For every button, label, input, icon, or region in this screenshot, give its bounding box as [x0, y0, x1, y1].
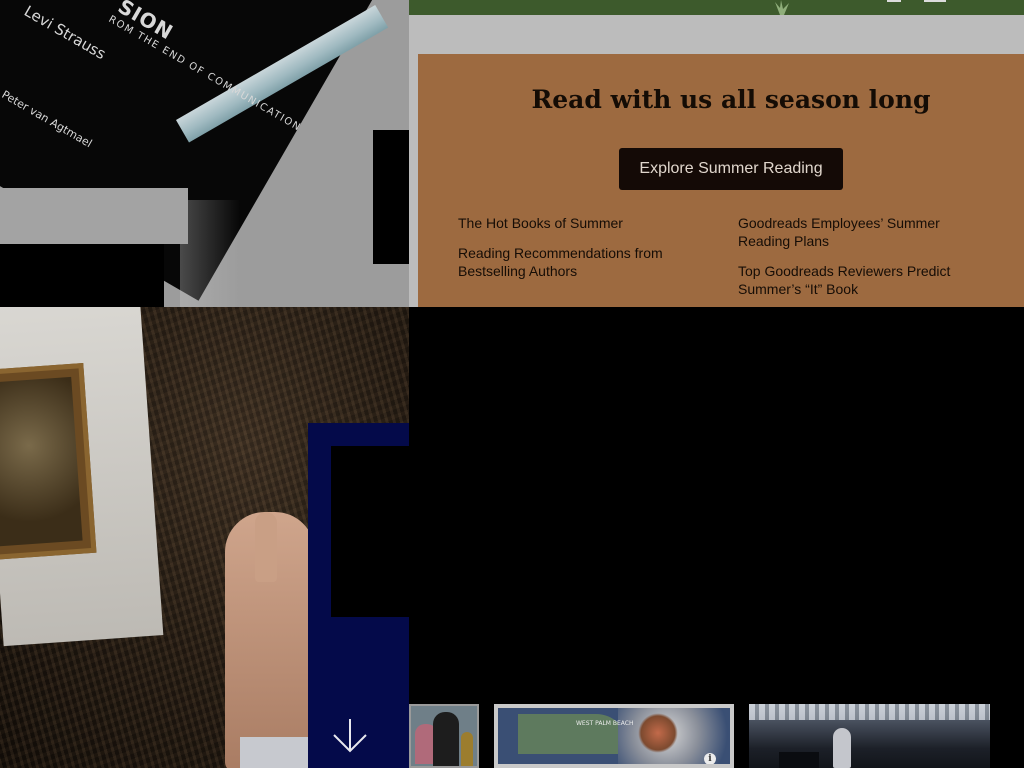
art-book-photo — [0, 307, 409, 768]
header-icon[interactable] — [924, 0, 946, 2]
scroll-down-button[interactable] — [332, 717, 368, 757]
grey-placeholder-card — [0, 188, 188, 244]
storm-radar — [638, 713, 678, 753]
header-bar — [409, 0, 1024, 15]
promo-link[interactable]: Top Goodreads Reviewers Predict Summer’s… — [738, 262, 978, 298]
book-cover-photo: SION ROM THE END OF COMMUNICATION Levi S… — [0, 0, 409, 307]
promo-link[interactable]: Goodreads Employees’ Summer Reading Plan… — [738, 214, 978, 250]
comic-figure — [433, 712, 459, 766]
explore-summer-reading-button[interactable]: Explore Summer Reading — [619, 148, 843, 190]
header-icon[interactable] — [887, 0, 901, 2]
page: SION ROM THE END OF COMMUNICATION Levi S… — [0, 0, 1024, 768]
statue-thumbnail[interactable] — [749, 704, 990, 768]
book-spine-shadow — [180, 200, 240, 307]
black-placeholder-block — [0, 244, 164, 307]
promo-link[interactable]: The Hot Books of Summer — [458, 214, 698, 232]
painting-image — [0, 376, 83, 548]
grey-banner-strip — [409, 15, 1024, 54]
black-placeholder-panel — [331, 446, 409, 617]
black-placeholder-strip — [373, 130, 409, 264]
raised-finger — [255, 512, 277, 582]
promo-link[interactable]: Reading Recommendations from Bestselling… — [458, 244, 698, 280]
grey-border — [409, 54, 418, 307]
info-icon[interactable]: i — [704, 753, 716, 764]
summer-reading-promo: Read with us all season long Explore Sum… — [418, 54, 1024, 307]
statue-figure — [833, 728, 851, 768]
comic-thumbnail[interactable] — [409, 704, 479, 768]
shirt-cuff — [240, 737, 310, 768]
map-city-label: WEST PALM BEACH — [576, 720, 634, 727]
dark-figure — [779, 752, 819, 768]
thumbnail-row: WEST PALM BEACH i — [409, 704, 1024, 768]
comic-figure — [461, 732, 473, 766]
weather-map-thumbnail[interactable]: WEST PALM BEACH i — [494, 704, 734, 768]
promo-title: Read with us all season long — [531, 85, 931, 114]
plant-icon — [775, 0, 789, 15]
arrow-down-icon — [333, 719, 367, 753]
ceiling-lights — [749, 704, 990, 720]
framed-painting — [0, 363, 97, 561]
